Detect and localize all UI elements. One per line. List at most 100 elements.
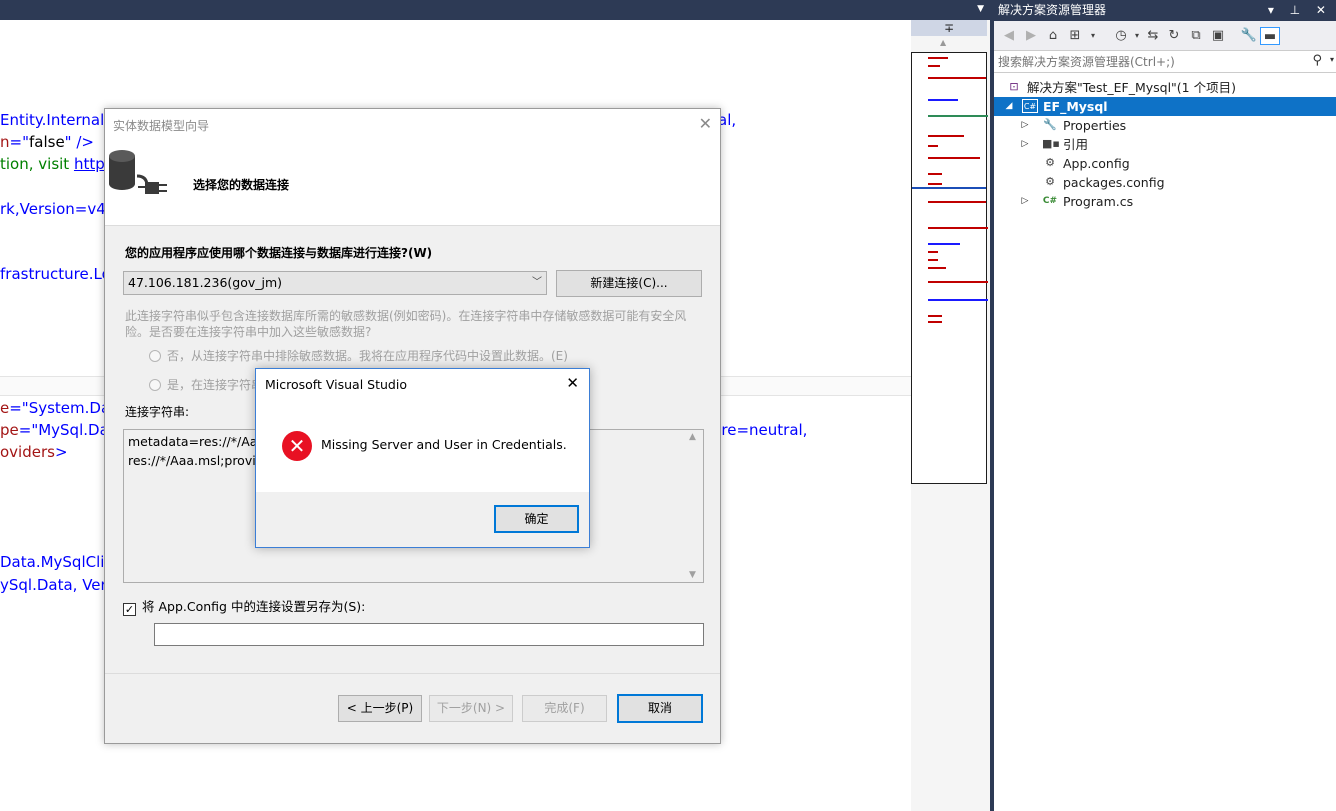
config-file-icon: ⚙	[1045, 156, 1055, 169]
code-line: e="System.Dat	[0, 398, 116, 418]
radio-exclude-sensitive[interactable]: 否，从连接字符串中排除敏感数据。我将在应用程序代码中设置此数据。(E)	[149, 347, 568, 364]
connection-select-value: 47.106.181.236(gov_jm)	[128, 275, 283, 290]
minimap-line	[928, 173, 942, 175]
cancel-button[interactable]: 取消	[617, 694, 703, 723]
code-token: tion, visit	[0, 155, 74, 173]
refresh-icon[interactable]: ↻	[1165, 27, 1183, 45]
code-token: e	[0, 399, 10, 417]
save-connection-checkbox-row[interactable]: ✓ 将 App.Config 中的连接设置另存为(S):	[123, 596, 365, 616]
radio-button[interactable]	[149, 379, 161, 391]
database-connection-icon	[109, 150, 167, 194]
wizard-header: 选择您的数据连接	[105, 140, 720, 226]
expanded-arrow-icon[interactable]: ◢	[1004, 97, 1014, 116]
solution-search-input[interactable]	[994, 51, 1304, 72]
tree-item[interactable]: ⚙ packages.config	[994, 173, 1336, 192]
code-line: Data.MySqlCli	[0, 552, 104, 572]
tree-item[interactable]: ▷ ■▪ 引用	[994, 135, 1336, 154]
messagebox-title: Microsoft Visual Studio	[265, 377, 407, 392]
code-token: oviders	[0, 443, 55, 461]
window-controls[interactable]: ▾ ⊥ ✕	[1268, 0, 1332, 21]
code-token: pe	[0, 421, 19, 439]
wizard-step-title: 选择您的数据连接	[193, 178, 290, 192]
minimap-line	[928, 135, 964, 137]
error-message-box: Microsoft Visual Studio ✕ ✕ Missing Serv…	[255, 368, 590, 548]
tree-item-label: Program.cs	[1063, 194, 1134, 209]
minimap-line	[928, 227, 988, 229]
scroll-up-icon[interactable]: ▲	[940, 38, 946, 47]
solution-explorer-title: 解决方案资源管理器 ▾ ⊥ ✕	[994, 0, 1336, 21]
code-line: n="false" />	[0, 132, 94, 152]
footer-divider	[105, 673, 720, 674]
close-icon[interactable]: ✕	[699, 114, 712, 133]
minimap-line	[928, 65, 940, 67]
minimap-line	[928, 315, 942, 317]
sync-icon[interactable]: ⇆	[1144, 27, 1162, 45]
editor-tab-strip: ▼	[0, 0, 990, 20]
connection-select[interactable]: 47.106.181.236(gov_jm) ﹀	[123, 271, 547, 295]
tree-item[interactable]: ▷ C# Program.cs	[994, 192, 1336, 211]
new-connection-button[interactable]: 新建连接(C)...	[556, 270, 702, 297]
back-icon[interactable]: ◀	[1000, 27, 1018, 45]
config-file-icon: ⚙	[1045, 175, 1055, 188]
code-line: pe="MySql.Dat	[0, 420, 115, 440]
finish-button[interactable]: 完成(F)	[522, 695, 607, 722]
ok-button[interactable]: 确定	[494, 505, 579, 533]
code-token: >	[54, 443, 68, 461]
split-window-icon[interactable]: ∓	[911, 20, 987, 36]
scroll-up-icon[interactable]: ▲	[689, 432, 696, 442]
switch-views-icon[interactable]: ⊞	[1066, 27, 1084, 45]
tree-item[interactable]: ⚙ App.config	[994, 154, 1336, 173]
radio-button[interactable]	[149, 350, 161, 362]
collapsed-arrow-icon[interactable]: ▷	[1020, 192, 1030, 211]
csharp-file-icon: C#	[1042, 196, 1058, 206]
tree-item-label: 引用	[1063, 137, 1089, 152]
search-icon[interactable]: ⚲	[1312, 53, 1322, 68]
properties-wrench-icon[interactable]: 🔧	[1240, 27, 1258, 45]
tree-item-label: EF_Mysql	[1043, 99, 1108, 114]
next-button[interactable]: 下一步(N) >	[429, 695, 513, 722]
home-icon[interactable]: ⌂	[1044, 27, 1062, 45]
tree-item[interactable]: ◢ C# EF_Mysql	[994, 97, 1336, 116]
switch-views-dropdown-icon[interactable]: ▾	[1084, 27, 1102, 45]
minimap-line	[928, 281, 988, 283]
forward-icon[interactable]: ▶	[1022, 27, 1040, 45]
close-icon[interactable]: ✕	[566, 374, 579, 392]
code-line: ySql.Data, Vers	[0, 575, 115, 595]
code-fragment: ture=neutral,	[706, 421, 808, 439]
code-token: frastructure.Lo	[0, 265, 111, 283]
code-token: ="	[9, 133, 29, 151]
chevron-down-icon[interactable]: ﹀	[532, 272, 542, 294]
tree-item-label: App.config	[1063, 156, 1130, 171]
csharp-project-icon: C#	[1022, 99, 1038, 113]
minimap-line	[928, 157, 980, 159]
minimap-line	[928, 201, 986, 203]
code-minimap[interactable]	[911, 52, 988, 484]
back-button[interactable]: < 上一步(P)	[338, 695, 422, 722]
code-link[interactable]: http	[74, 155, 105, 173]
wizard-titlebar: 实体数据模型向导 ✕	[105, 109, 720, 140]
connection-name-input[interactable]	[154, 623, 704, 646]
solution-explorer-title-text: 解决方案资源管理器	[998, 3, 1107, 17]
connection-string-scrollbar[interactable]: ▲ ▼	[686, 430, 703, 582]
minimap-line	[928, 57, 948, 59]
search-options-dropdown-icon[interactable]: ▾	[1330, 55, 1334, 64]
tree-item[interactable]: ⊡ 解决方案"Test_EF_Mysql"(1 个项目)	[994, 78, 1336, 97]
collapse-all-icon[interactable]: ⧉	[1187, 27, 1205, 45]
preview-icon[interactable]: ▬	[1260, 27, 1280, 45]
tab-dropdown-icon[interactable]: ▼	[977, 4, 984, 14]
tree-item-label: packages.config	[1063, 175, 1165, 190]
radio-include-sensitive[interactable]: 是，在连接字符串	[149, 376, 263, 393]
checkbox-checked-icon[interactable]: ✓	[123, 603, 136, 616]
code-line: tion, visit http	[0, 154, 105, 174]
show-all-files-icon[interactable]: ▣	[1209, 27, 1227, 45]
error-message: Missing Server and User in Credentials.	[321, 437, 567, 452]
collapsed-arrow-icon[interactable]: ▷	[1020, 116, 1030, 135]
connection-string-text: metadata=res://*/Aaa res://*/Aaa.msl;pro…	[128, 432, 265, 470]
collapsed-arrow-icon[interactable]: ▷	[1020, 135, 1030, 154]
save-connection-label: 将 App.Config 中的连接设置另存为(S):	[142, 599, 366, 614]
scroll-down-icon[interactable]: ▼	[689, 570, 696, 580]
tree-item[interactable]: ▷ 🔧 Properties	[994, 116, 1336, 135]
tree-item-label: 解决方案"Test_EF_Mysql"(1 个项目)	[1027, 80, 1236, 95]
radio-exclude-label: 否，从连接字符串中排除敏感数据。我将在应用程序代码中设置此数据。(E)	[167, 349, 568, 363]
code-token: n	[0, 133, 10, 151]
